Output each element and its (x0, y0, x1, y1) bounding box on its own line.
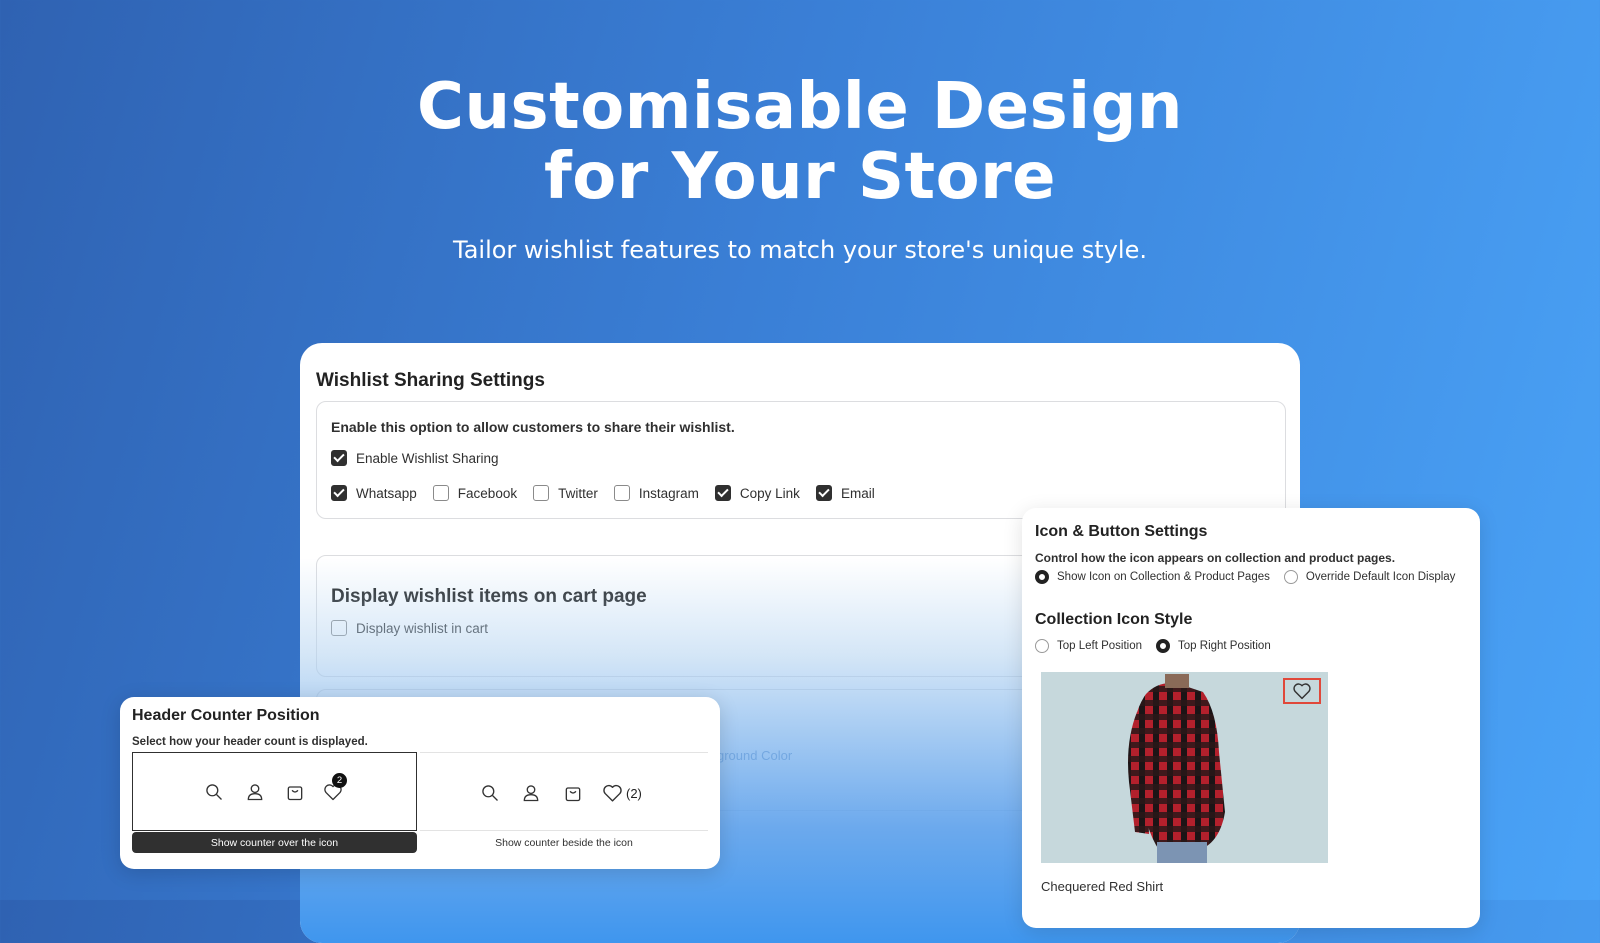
enable-sharing-checkbox[interactable] (331, 450, 347, 466)
user-icon (247, 784, 263, 801)
instagram-label: Instagram (638, 485, 699, 501)
header-counter-panel: Header Counter Position Select how your … (120, 697, 720, 869)
position-options: Top Left Position Top Right Position (1035, 639, 1285, 653)
whatsapp-label: Whatsapp (356, 485, 417, 501)
product-name: Chequered Red Shirt (1041, 879, 1164, 894)
cart-display-checkbox[interactable] (331, 620, 347, 636)
enable-sharing-row[interactable]: Enable Wishlist Sharing (331, 450, 515, 466)
hero-title-line-2: for Your Store (543, 140, 1057, 214)
email-label: Email (840, 485, 875, 501)
cart-display-row[interactable]: Display wishlist in cart (331, 620, 504, 636)
counter-option-beside[interactable]: (2) Show counter beside the icon (420, 752, 708, 854)
search-icon (206, 784, 222, 800)
bag-icon (287, 786, 303, 801)
icon-settings-title: Icon & Button Settings (1035, 523, 1208, 540)
search-icon (482, 785, 498, 801)
facebook-checkbox[interactable] (432, 485, 449, 501)
icon-settings-panel: Icon & Button Settings Control how the i… (1022, 508, 1480, 928)
show-icon-label: Show Icon on Collection & Product Pages (1057, 571, 1270, 583)
counter-title: Header Counter Position (132, 707, 320, 724)
enable-sharing-label: Enable Wishlist Sharing (356, 450, 499, 466)
override-icon-radio[interactable] (1283, 570, 1298, 584)
hero-title-line-1: Customisable Design (417, 70, 1183, 144)
twitter-label: Twitter (558, 485, 598, 501)
facebook-label: Facebook (457, 485, 518, 501)
counter-preview-beside: (2) (420, 752, 708, 831)
top-left-label: Top Left Position (1057, 640, 1143, 652)
instagram-checkbox[interactable] (613, 485, 630, 501)
cart-title: Display wishlist items on cart page (331, 586, 647, 607)
top-right-label: Top Right Position (1178, 640, 1271, 652)
icon-display-options: Show Icon on Collection & Product Pages … (1035, 570, 1469, 584)
twitter-checkbox[interactable] (533, 485, 550, 501)
hero-title: Customisable Design for Your Store (0, 72, 1600, 212)
show-icon-radio[interactable] (1035, 570, 1049, 584)
override-icon-label: Override Default Icon Display (1305, 571, 1456, 583)
heart-icon (603, 784, 622, 802)
user-icon (523, 785, 539, 802)
copy-link-label: Copy Link (739, 485, 800, 501)
counter-option-over[interactable]: 2 Show counter over the icon (132, 752, 417, 854)
counter-badge: 2 (332, 773, 347, 788)
hero-subtitle: Tailor wishlist features to match your s… (453, 236, 1147, 264)
sharing-description: Enable this option to allow customers to… (331, 419, 735, 435)
icon-settings-description: Control how the icon appears on collecti… (1035, 551, 1396, 565)
color-label-partial: ground Color (717, 748, 793, 763)
counter-description: Select how your header count is displaye… (132, 736, 368, 748)
collection-icon-title: Collection Icon Style (1035, 611, 1193, 628)
heart-icon[interactable] (1292, 682, 1312, 700)
email-checkbox[interactable] (815, 485, 832, 501)
product-image (1041, 672, 1328, 863)
share-channels: Whatsapp Facebook Twitter Instagram Copy… (331, 485, 891, 501)
copy-link-checkbox[interactable] (714, 485, 731, 501)
sharing-card: Enable this option to allow customers to… (316, 401, 1286, 519)
bag-icon (565, 787, 581, 802)
counter-beside-text: (2) (626, 785, 642, 801)
whatsapp-checkbox[interactable] (331, 485, 347, 501)
counter-preview-over: 2 (132, 752, 417, 831)
counter-beside-button[interactable]: Show counter beside the icon (420, 832, 708, 853)
sharing-title: Wishlist Sharing Settings (316, 370, 545, 391)
top-left-radio[interactable] (1035, 639, 1049, 653)
counter-over-button[interactable]: Show counter over the icon (132, 832, 417, 853)
cart-display-label: Display wishlist in cart (356, 620, 489, 636)
top-right-radio[interactable] (1156, 639, 1171, 653)
wishlist-heart-highlight[interactable] (1283, 678, 1321, 704)
